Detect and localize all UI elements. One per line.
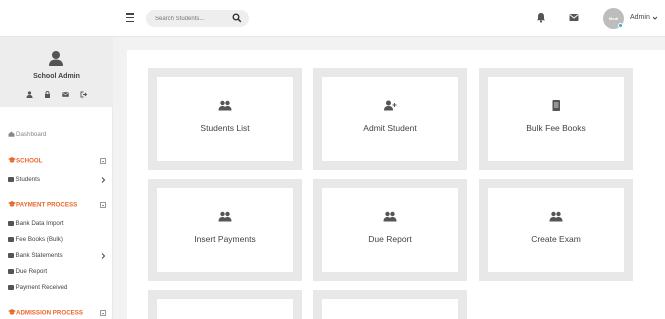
tile-bulk-fee-books[interactable]: Bulk Fee Books xyxy=(479,68,633,170)
chevron-right-icon[interactable] xyxy=(101,253,106,259)
collapse-admission-icon[interactable] xyxy=(100,310,106,316)
sidebar-item-label: Due Report xyxy=(15,268,48,275)
envelope-icon[interactable] xyxy=(62,91,69,98)
tile-partial-1[interactable] xyxy=(148,290,302,319)
logout-icon[interactable] xyxy=(80,91,87,98)
sidebar-item-label: Students xyxy=(15,176,40,183)
users-icon xyxy=(549,211,563,222)
tile-label: Bulk Fee Books xyxy=(526,123,586,133)
sidebar-item-due-report[interactable]: Due Report xyxy=(8,268,47,275)
book-icon xyxy=(552,100,560,111)
graduation-cap-icon xyxy=(8,157,16,163)
profile-panel: School Admin xyxy=(0,37,113,107)
users-icon xyxy=(218,211,232,222)
folder-icon xyxy=(8,252,14,258)
graduation-cap-icon xyxy=(8,201,16,207)
section-title: ADMISSION PROCESS xyxy=(16,309,84,317)
tile-label: Insert Payments xyxy=(194,234,256,244)
search-icon[interactable] xyxy=(232,13,242,23)
lock-icon[interactable] xyxy=(44,91,51,98)
sidebar-item-bank-data-import[interactable]: Bank Data Import xyxy=(8,220,64,227)
tile-create-exam[interactable]: Create Exam xyxy=(479,179,633,281)
folder-icon xyxy=(8,236,14,242)
collapse-payment-icon[interactable] xyxy=(100,202,106,208)
profile-name: School Admin xyxy=(33,73,80,80)
sidebar: School Admin Dashboard SCHOOL Students P… xyxy=(0,37,113,319)
tile-students-list[interactable]: Students List xyxy=(148,68,302,170)
sidebar-item-label: Dashboard xyxy=(16,131,47,138)
chevron-right-icon[interactable] xyxy=(101,177,106,183)
main-content: Students List Admit Student Bulk Fee Boo… xyxy=(127,50,665,319)
sidebar-item-label: Bank Data Import xyxy=(15,220,64,227)
user-plus-icon xyxy=(384,100,397,111)
sidebar-item-dashboard[interactable]: Dashboard xyxy=(8,131,46,138)
tile-label: Students List xyxy=(200,123,250,133)
folder-icon xyxy=(8,220,14,226)
home-icon xyxy=(8,131,15,137)
chevron-down-icon xyxy=(652,16,658,20)
profile-user-icon[interactable] xyxy=(26,91,33,98)
sidebar-item-label: Fee Books (Bulk) xyxy=(15,236,63,243)
menu-toggle-icon[interactable] xyxy=(126,13,134,23)
section-school[interactable]: SCHOOL xyxy=(8,157,42,165)
user-icon xyxy=(49,51,63,66)
online-status-dot xyxy=(618,23,623,28)
collapse-school-icon[interactable] xyxy=(100,158,106,164)
users-icon xyxy=(218,100,232,111)
section-payment-process[interactable]: PAYMENT PROCESS xyxy=(8,201,77,209)
users-icon xyxy=(383,211,397,222)
folder-icon xyxy=(8,284,14,290)
tile-due-report[interactable]: Due Report xyxy=(313,179,467,281)
sidebar-item-bank-statements[interactable]: Bank Statements xyxy=(8,252,63,259)
tile-label: Due Report xyxy=(368,234,412,244)
bell-icon[interactable] xyxy=(536,12,546,23)
folder-icon xyxy=(8,268,14,274)
tile-label: Create Exam xyxy=(531,234,581,244)
tile-insert-payments[interactable]: Insert Payments xyxy=(148,179,302,281)
sidebar-item-label: Payment Received xyxy=(15,284,68,291)
section-admission-process[interactable]: ADMISSION PROCESS xyxy=(8,309,83,317)
tile-admit-student[interactable]: Admit Student xyxy=(313,68,467,170)
sidebar-item-payment-received[interactable]: Payment Received xyxy=(8,284,67,291)
folder-icon xyxy=(8,176,14,182)
search-input[interactable] xyxy=(155,13,233,24)
tile-partial-2[interactable] xyxy=(313,290,467,319)
sidebar-item-students[interactable]: Students xyxy=(8,176,40,183)
mail-icon[interactable] xyxy=(569,13,579,22)
section-title: SCHOOL xyxy=(16,157,43,165)
user-name: Admin xyxy=(630,14,650,21)
user-menu[interactable]: Admin xyxy=(630,14,658,21)
top-bar: Modi Admin xyxy=(0,0,665,37)
sidebar-item-label: Bank Statements xyxy=(15,252,63,259)
section-title: PAYMENT PROCESS xyxy=(16,201,78,209)
graduation-cap-icon xyxy=(8,309,16,315)
tile-label: Admit Student xyxy=(363,123,417,133)
sidebar-item-fee-books-bulk[interactable]: Fee Books (Bulk) xyxy=(8,236,63,243)
